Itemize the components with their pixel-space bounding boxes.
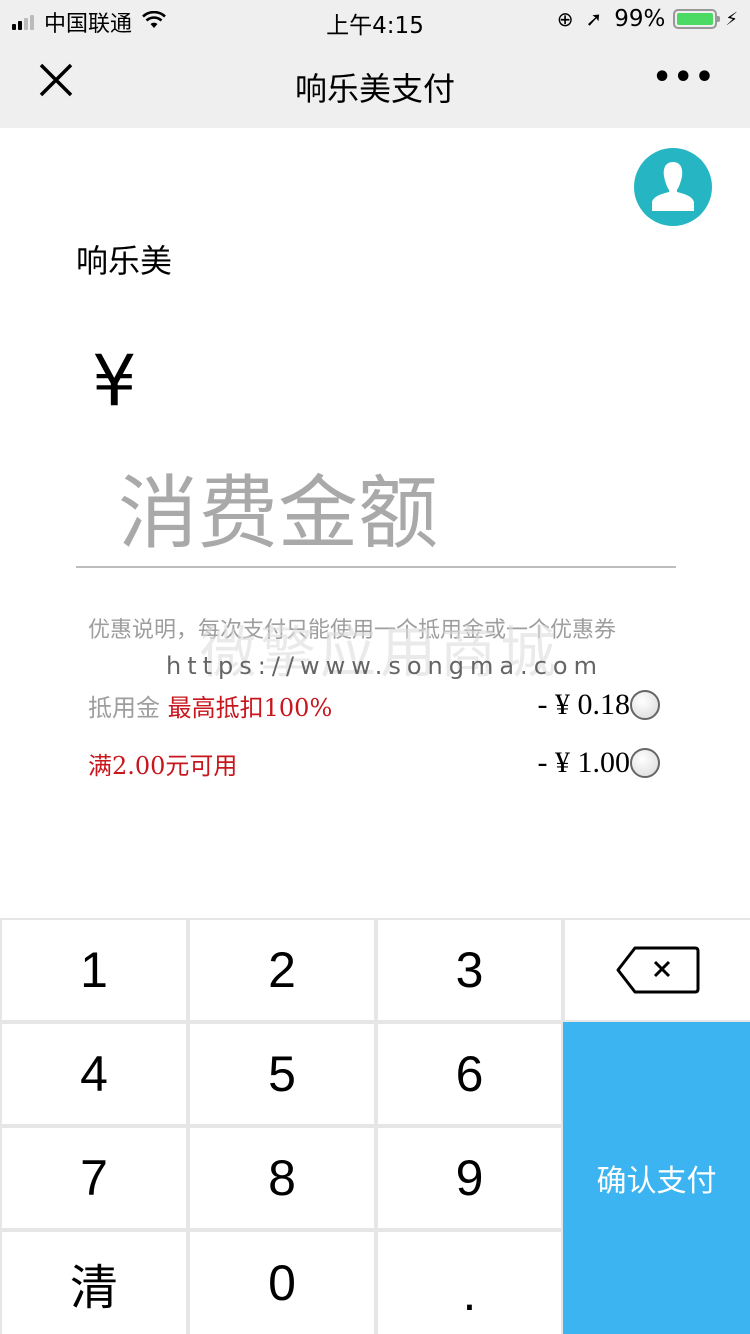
orientation-lock-icon: ⊕ (556, 7, 574, 31)
battery-percent: 99% (614, 6, 666, 32)
numeric-keypad: 1 2 3 4 5 6 7 8 9 清 0 . 确认支付 (0, 918, 750, 1334)
coupon-condition: 满2.00元可用 (88, 752, 238, 780)
key-decimal[interactable]: . (378, 1232, 561, 1334)
key-2[interactable]: 2 (190, 920, 374, 1020)
confirm-pay-button[interactable]: 确认支付 (563, 1022, 750, 1334)
currency-symbol: ¥ (92, 340, 137, 422)
key-0[interactable]: 0 (190, 1232, 374, 1334)
key-6[interactable]: 6 (378, 1024, 561, 1124)
voucher-highlight: 最高抵扣100% (167, 694, 333, 722)
page-title: 响乐美支付 (294, 70, 455, 108)
key-4[interactable]: 4 (2, 1024, 186, 1124)
location-icon: ➚ (585, 7, 603, 31)
coupon-radio[interactable] (630, 748, 660, 778)
battery-icon (673, 9, 721, 29)
nav-bar: 响乐美支付 ••• (0, 40, 750, 128)
voucher-label: 抵用金 (88, 694, 160, 722)
user-avatar-icon (652, 162, 694, 211)
coupon-amount: - ¥ 1.00 (537, 746, 631, 779)
clear-key[interactable]: 清 (2, 1232, 186, 1334)
amount-input[interactable] (76, 460, 676, 568)
voucher-amount: - ¥ 0.18 (537, 688, 631, 721)
watermark-url: https://www.songma.com (166, 652, 603, 680)
merchant-name: 响乐美 (76, 242, 173, 280)
backspace-key[interactable] (565, 920, 750, 1020)
merchant-avatar (634, 148, 712, 226)
voucher-radio[interactable] (630, 690, 660, 720)
charging-icon: ⚡ (725, 8, 738, 30)
key-8[interactable]: 8 (190, 1128, 374, 1228)
key-3[interactable]: 3 (378, 920, 561, 1020)
more-menu-button[interactable]: ••• (652, 60, 716, 95)
backspace-icon (616, 946, 699, 994)
voucher-option[interactable]: 抵用金 最高抵扣100% - ¥ 0.18 (88, 684, 660, 724)
key-9[interactable]: 9 (378, 1128, 561, 1228)
status-bar: 中国联通 上午4:15 ⊕ ➚ 99% ⚡ (0, 0, 750, 40)
key-1[interactable]: 1 (2, 920, 186, 1020)
key-5[interactable]: 5 (190, 1024, 374, 1124)
key-7[interactable]: 7 (2, 1128, 186, 1228)
coupon-option[interactable]: 满2.00元可用 - ¥ 1.00 (88, 742, 660, 782)
